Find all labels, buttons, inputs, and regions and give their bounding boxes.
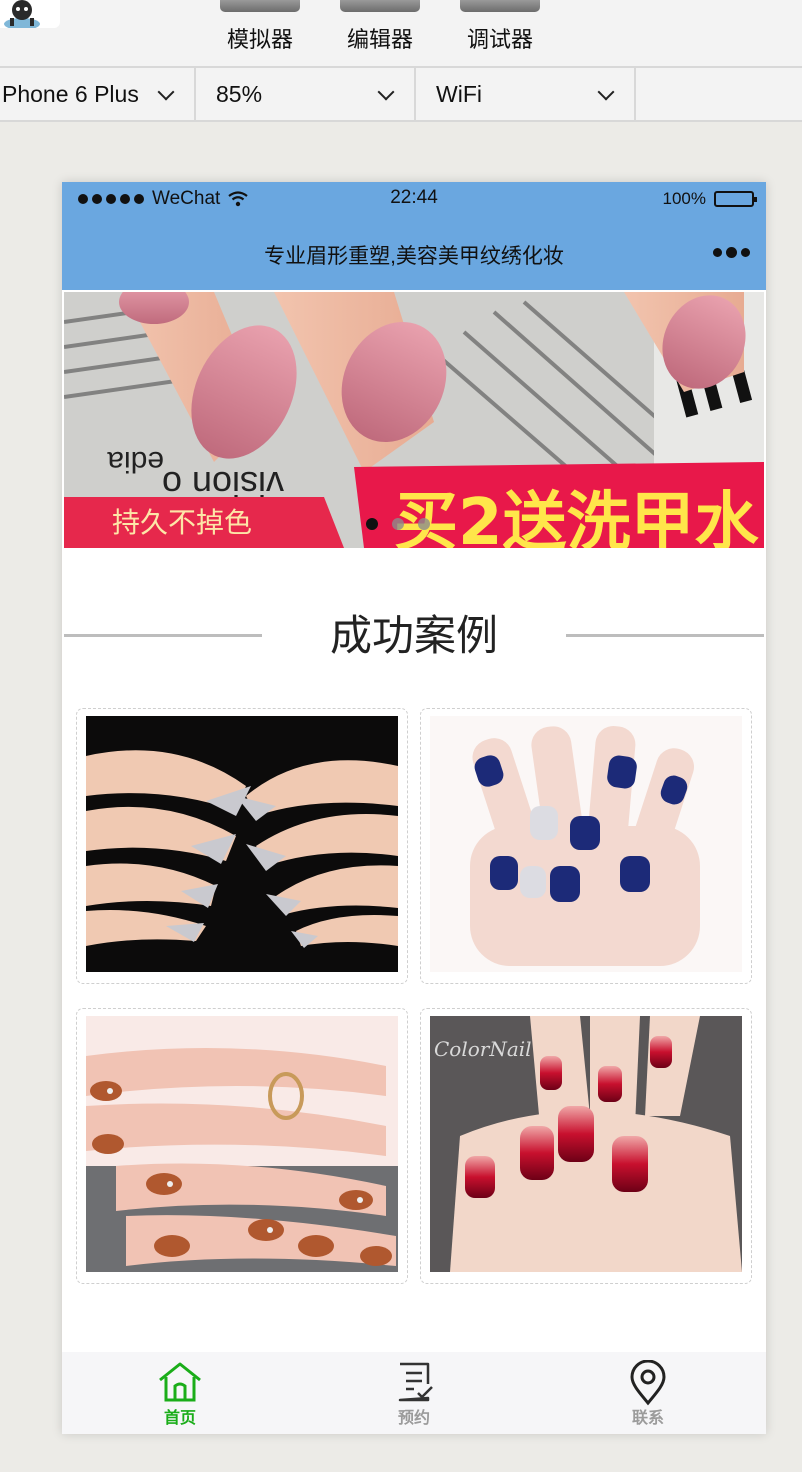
network-select-value: WiFi [436, 80, 482, 107]
simulator-button[interactable]: 模拟器 [215, 0, 305, 54]
case-card-navy[interactable] [420, 708, 752, 984]
simulator-settings-bar: Phone 6 Plus 85% WiFi [0, 66, 802, 122]
editor-button[interactable]: 编辑器 [335, 0, 425, 54]
status-bar: WeChat 22:44 100% [62, 182, 766, 218]
chevron-down-icon [157, 83, 175, 101]
carousel-dot[interactable] [392, 518, 404, 530]
location-pin-icon [630, 1360, 666, 1406]
form-icon [398, 1362, 433, 1402]
banner-image: in vision o edia 持久不掉色 买2送洗甲水 [64, 292, 764, 548]
chevron-down-icon [377, 83, 395, 101]
more-options-icon[interactable] [713, 247, 750, 258]
device-select[interactable]: Phone 6 Plus [0, 68, 196, 120]
editor-icon [340, 0, 420, 12]
debugger-label: 调试器 [466, 27, 533, 52]
case-image [430, 716, 742, 972]
simulator-icon [220, 0, 300, 12]
carousel-dot[interactable] [366, 518, 378, 530]
chevron-down-icon [597, 83, 615, 101]
section-title: 成功案例 [329, 612, 498, 659]
case-watermark: ColorNail [434, 1037, 532, 1061]
simulator-label: 模拟器 [226, 27, 293, 52]
page-title: 专业眉形重塑,美容美甲纹绣化妆 [264, 245, 564, 268]
banner-paper-text-2: edia [107, 445, 164, 478]
banner-left-text: 持久不掉色 [112, 506, 252, 539]
carousel-indicators [366, 518, 430, 530]
editor-label: 编辑器 [346, 27, 413, 52]
zoom-select[interactable]: 85% [196, 68, 416, 120]
case-card-copper[interactable] [76, 1008, 408, 1284]
ide-toolbar: 模拟器 编辑器 调试器 [0, 0, 802, 66]
case-card-red[interactable]: ColorNail [420, 1008, 752, 1284]
tab-home-label: 首页 [163, 1410, 196, 1427]
battery-status: 100% [662, 189, 757, 209]
zoom-select-value: 85% [216, 80, 263, 107]
navigation-bar: 专业眉形重塑,美容美甲纹绣化妆 [62, 218, 766, 290]
case-image: ColorNail [430, 1016, 742, 1272]
network-select[interactable]: WiFi [416, 68, 636, 120]
case-image [86, 716, 398, 972]
banner-carousel[interactable]: in vision o edia 持久不掉色 买2送洗甲水 [64, 292, 764, 548]
tab-booking-label: 预约 [397, 1410, 430, 1427]
debugger-icon [460, 0, 540, 12]
tab-home[interactable]: 首页 [120, 1360, 240, 1428]
home-icon [159, 1362, 201, 1402]
device-select-value: Phone 6 Plus [2, 80, 139, 107]
tab-contact[interactable]: 联系 [588, 1360, 708, 1428]
divider-right [566, 634, 764, 637]
battery-icon [714, 191, 757, 207]
tab-booking[interactable]: 预约 [354, 1360, 474, 1428]
tab-bar: 首页 预约 联系 [62, 1352, 766, 1434]
status-time: 22:44 [390, 187, 438, 208]
phone-simulator: WeChat 22:44 100% 专业眉形重塑,美容美甲纹绣化妆 vision… [62, 182, 766, 1434]
case-card-glitter[interactable] [76, 708, 408, 984]
carousel-dot[interactable] [418, 518, 430, 530]
case-image [86, 1016, 398, 1272]
banner-right-text: 买2送洗甲水 [394, 486, 760, 548]
section-header: 成功案例 [62, 602, 766, 659]
tab-contact-label: 联系 [631, 1410, 664, 1427]
debugger-button[interactable]: 调试器 [455, 0, 545, 54]
user-avatar[interactable] [0, 0, 60, 28]
battery-percent: 100% [662, 189, 706, 208]
